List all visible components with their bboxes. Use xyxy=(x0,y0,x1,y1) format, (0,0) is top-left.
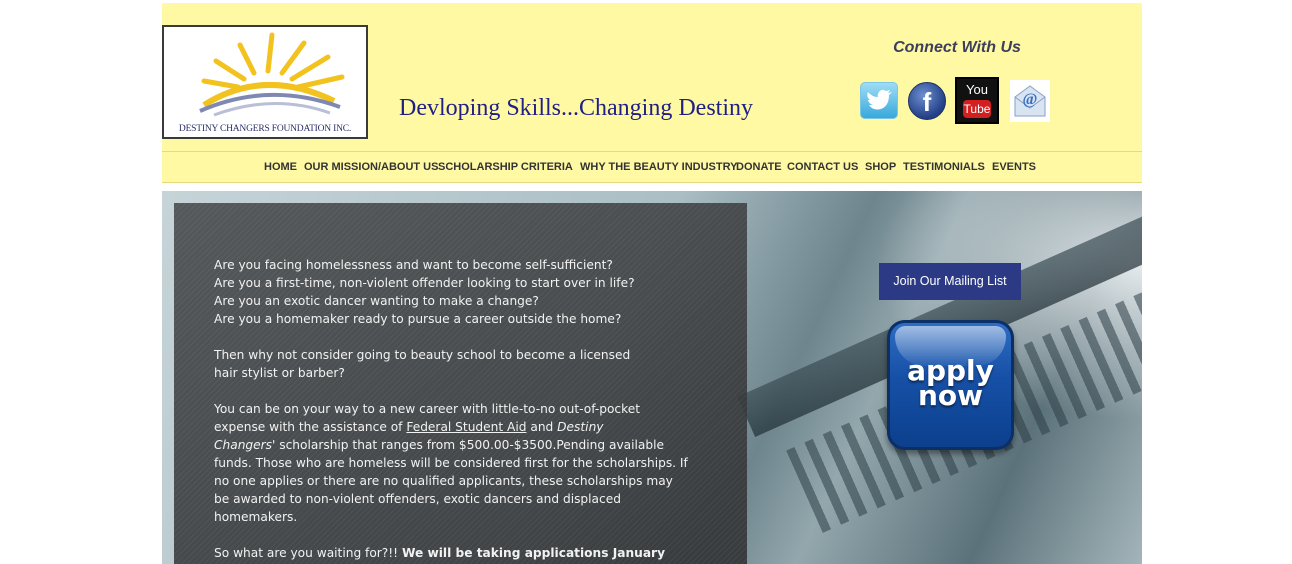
tagline: Devloping Skills...Changing Destiny xyxy=(399,95,753,121)
intro-text: Are you facing homelessness and want to … xyxy=(214,256,714,564)
nav-contact-us[interactable]: CONTACT US xyxy=(787,161,858,173)
email-icon[interactable]: @ xyxy=(1010,80,1050,122)
paragraph-line: no one applies or there are no qualified… xyxy=(214,474,673,488)
questions-paragraph: Are you facing homelessness and want to … xyxy=(214,256,714,328)
paragraph-line: funds. Those who are homeless will be co… xyxy=(214,456,688,470)
paragraph-line: Then why not consider going to beauty sc… xyxy=(214,348,631,362)
logo[interactable]: DESTINY CHANGERS FOUNDATION INC. xyxy=(162,25,368,139)
facebook-icon[interactable]: f xyxy=(908,82,946,120)
scholarship-paragraph: You can be on your way to a new career w… xyxy=(214,400,714,526)
nav-home[interactable]: HOME xyxy=(264,161,297,173)
nav-donate[interactable]: DONATE xyxy=(736,161,782,173)
twitter-bird-icon xyxy=(867,89,892,110)
paragraph-fragment: expense with the assistance of xyxy=(214,420,407,434)
question-line: Are you an exotic dancer wanting to make… xyxy=(214,294,539,308)
nav-shop[interactable]: SHOP xyxy=(865,161,896,173)
twitter-icon[interactable] xyxy=(860,82,898,119)
nav-scholarship-criteria[interactable]: SCHOLARSHIP CRITERIA xyxy=(438,161,573,173)
facebook-glyph: f xyxy=(922,87,932,117)
nav-testimonials[interactable]: TESTIMONIALS xyxy=(903,161,985,173)
email-at-glyph: @ xyxy=(1022,91,1038,108)
federal-student-aid-link[interactable]: Federal Student Aid xyxy=(406,420,526,434)
logo-text: DESTINY CHANGERS FOUNDATION INC. xyxy=(178,124,352,134)
beauty-school-paragraph: Then why not consider going to beauty sc… xyxy=(214,346,714,382)
sun-logo-graphic xyxy=(199,32,345,117)
join-mailing-list-button[interactable]: Join Our Mailing List xyxy=(879,263,1021,300)
apply-now-label: apply now xyxy=(907,354,994,412)
main-nav: HOME OUR MISSION/ABOUT US SCHOLARSHIP CR… xyxy=(162,151,1142,183)
closing-paragraph: So what are you waiting for?!! We will b… xyxy=(214,544,714,562)
apply-now-button[interactable]: apply now xyxy=(887,320,1014,450)
destiny-emphasis: Destiny xyxy=(557,420,604,434)
paragraph-line: So what are you waiting for?!! We will b… xyxy=(214,544,714,562)
connect-title: Connect With Us xyxy=(893,39,1021,56)
paragraph-fragment: and xyxy=(526,420,558,434)
question-line: Are you a first-time, non-violent offend… xyxy=(214,276,635,290)
nav-mission-about[interactable]: OUR MISSION/ABOUT US xyxy=(304,161,438,173)
youtube-you-text: You xyxy=(966,82,988,97)
page: DESTINY CHANGERS FOUNDATION INC. Devlopi… xyxy=(162,3,1142,564)
paragraph-line: homemakers. xyxy=(214,510,298,524)
paragraph-fragment: scholarship that ranges from $500.00-$35… xyxy=(275,438,664,452)
hero-section: Are you facing homelessness and want to … xyxy=(162,191,1142,564)
nav-events[interactable]: EVENTS xyxy=(992,161,1036,173)
closing-question: So what are you waiting for?!! xyxy=(214,546,402,560)
paragraph-line: be awarded to non-violent offenders, exo… xyxy=(214,492,621,506)
youtube-tube-text: Tube xyxy=(963,100,991,118)
paragraph-line: hair stylist or barber? xyxy=(214,366,345,380)
intro-text-panel: Are you facing homelessness and want to … xyxy=(174,203,747,564)
changers-emphasis: Changers' xyxy=(214,438,276,452)
question-line: Are you facing homelessness and want to … xyxy=(214,258,613,272)
paragraph-line: expense with the assistance of Federal S… xyxy=(214,418,714,436)
paragraph-line: Changers' scholarship that ranges from $… xyxy=(214,436,714,454)
nav-why-beauty-industry[interactable]: WHY THE BEAUTY INDUSTRY xyxy=(580,161,737,173)
closing-bold: We will be taking applications January xyxy=(401,546,666,560)
youtube-icon[interactable]: You Tube xyxy=(955,77,999,124)
question-line: Are you a homemaker ready to pursue a ca… xyxy=(214,312,622,326)
paragraph-line: You can be on your way to a new career w… xyxy=(214,402,641,416)
header: DESTINY CHANGERS FOUNDATION INC. Devlopi… xyxy=(162,3,1142,151)
